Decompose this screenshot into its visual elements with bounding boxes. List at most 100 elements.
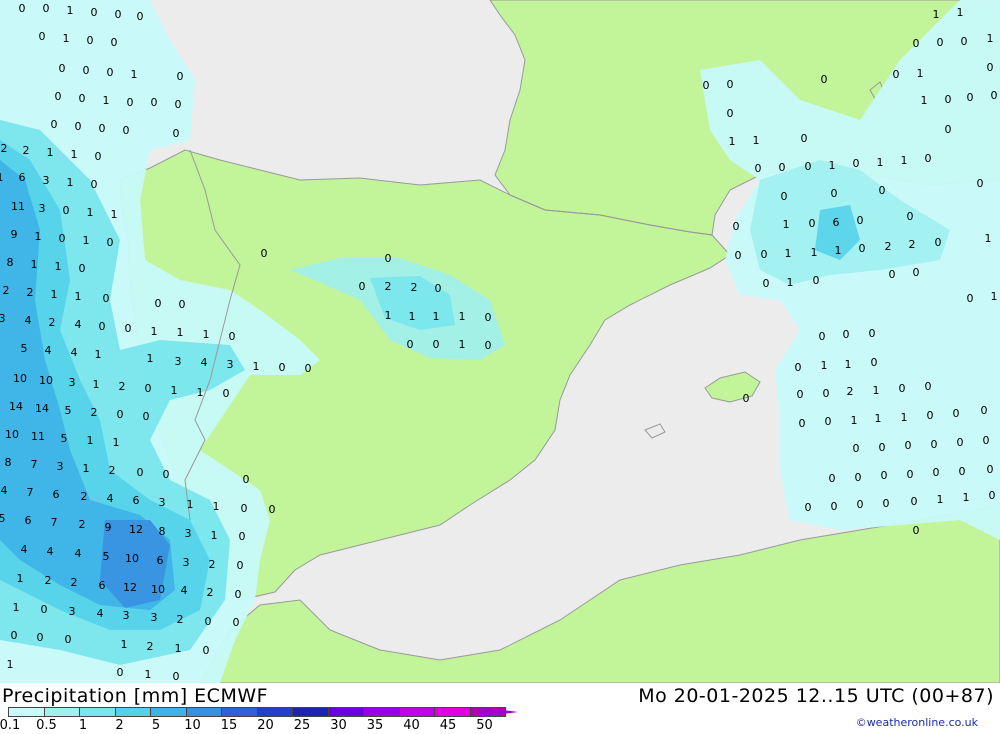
precip-value: 1	[47, 146, 54, 159]
precip-value: 0	[931, 438, 938, 451]
credit-text: ©weatheronline.co.uk	[855, 716, 978, 729]
precip-value: 0	[41, 603, 48, 616]
precip-value: 5	[103, 550, 110, 563]
precip-value: 0	[967, 292, 974, 305]
precip-value: 6	[19, 171, 26, 184]
precip-value: 3	[43, 174, 50, 187]
precip-value: 0	[177, 70, 184, 83]
valid-time: Mo 20-01-2025 12..15 UTC (00+87)	[638, 685, 994, 707]
precip-value: 0	[761, 248, 768, 261]
legend-level: 0.1	[0, 718, 21, 733]
legend-swatch	[185, 707, 222, 717]
precip-value: 8	[5, 456, 12, 469]
precip-value: 0	[925, 152, 932, 165]
precip-value: 0	[99, 122, 106, 135]
precip-value: 1	[171, 384, 178, 397]
precip-value: 3	[175, 355, 182, 368]
precip-value: 2	[411, 281, 418, 294]
precip-value: 0	[857, 214, 864, 227]
precip-value: 0	[967, 91, 974, 104]
precip-value: 0	[155, 297, 162, 310]
precip-value: 0	[59, 232, 66, 245]
precip-value: 4	[45, 344, 52, 357]
precip-value: 0	[799, 417, 806, 430]
precip-value: 0	[889, 268, 896, 281]
precip-value: 0	[763, 277, 770, 290]
precip-value: 1	[87, 434, 94, 447]
precip-value: 6	[157, 554, 164, 567]
precip-value: 1	[845, 358, 852, 371]
precip-value: 0	[143, 410, 150, 423]
precip-value: 2	[147, 640, 154, 653]
precip-value: 1	[785, 247, 792, 260]
precip-value: 7	[31, 458, 38, 471]
precip-value: 0	[79, 262, 86, 275]
legend-level: 45	[439, 718, 457, 733]
precip-value: 1	[197, 386, 204, 399]
precip-value: 0	[435, 282, 442, 295]
precip-value: 1	[459, 338, 466, 351]
legend-swatch	[114, 707, 151, 717]
precip-value: 1	[901, 411, 908, 424]
precip-value: 1	[811, 246, 818, 259]
precip-value: 1	[67, 176, 74, 189]
precip-value: 3	[151, 611, 158, 624]
precip-value: 1	[67, 4, 74, 17]
precip-value: 0	[819, 330, 826, 343]
precip-value: 4	[97, 607, 104, 620]
precip-value: 3	[123, 609, 130, 622]
precip-value: 0	[151, 96, 158, 109]
precip-value: 10	[125, 552, 139, 565]
precip-value: 0	[821, 73, 828, 86]
precip-value: 0	[91, 6, 98, 19]
legend-level: 50	[476, 718, 493, 733]
precip-value: 2	[109, 464, 116, 477]
legend-labels: 0.1 0.5 1 2 5 10 15 20 25 30 35 40 45 50	[0, 718, 520, 734]
precip-value: 1	[71, 148, 78, 161]
precip-value: 2	[81, 490, 88, 503]
precip-value: 0	[269, 503, 276, 516]
precip-value: 1	[175, 642, 182, 655]
precip-value: 4	[181, 584, 188, 597]
precip-value: 1	[17, 572, 24, 585]
legend-swatch	[43, 707, 80, 717]
precip-value: 0	[107, 66, 114, 79]
precip-value: 0	[733, 220, 740, 233]
precip-value: 0	[869, 327, 876, 340]
precip-value: 0	[825, 415, 832, 428]
precip-value: 0	[989, 489, 996, 502]
precip-value: 0	[883, 497, 890, 510]
precip-value: 0	[945, 123, 952, 136]
legend-level: 1	[78, 718, 88, 733]
precip-value: 10	[39, 374, 53, 387]
precip-value: 5	[0, 512, 6, 525]
precip-value: 0	[843, 328, 850, 341]
precip-value: 0	[987, 61, 994, 74]
precip-value: 0	[991, 89, 998, 102]
precip-value: 0	[261, 247, 268, 260]
precip-value: 0	[235, 588, 242, 601]
precip-value: 1	[187, 498, 194, 511]
precip-value: 0	[243, 473, 250, 486]
legend-arrow	[480, 707, 518, 717]
precip-value: 5	[61, 432, 68, 445]
precip-value: 7	[51, 516, 58, 529]
precip-value: 0	[959, 465, 966, 478]
precip-value: 1	[31, 258, 38, 271]
precip-value: 2	[27, 286, 34, 299]
precip-value: 5	[65, 404, 72, 417]
precip-value: 0	[913, 37, 920, 50]
precip-value: 0	[237, 559, 244, 572]
precip-value: 0	[853, 157, 860, 170]
precip-value: 1	[151, 325, 158, 338]
precip-value: 0	[117, 408, 124, 421]
precip-value: 3	[69, 605, 76, 618]
precip-value: 0	[857, 498, 864, 511]
precip-value: 0	[957, 436, 964, 449]
precip-value: 1	[95, 348, 102, 361]
precip-value: 1	[177, 326, 184, 339]
precip-value: 11	[11, 200, 25, 213]
precip-value: 0	[173, 670, 180, 683]
precip-value: 6	[25, 514, 32, 527]
precip-value: 0	[241, 502, 248, 515]
